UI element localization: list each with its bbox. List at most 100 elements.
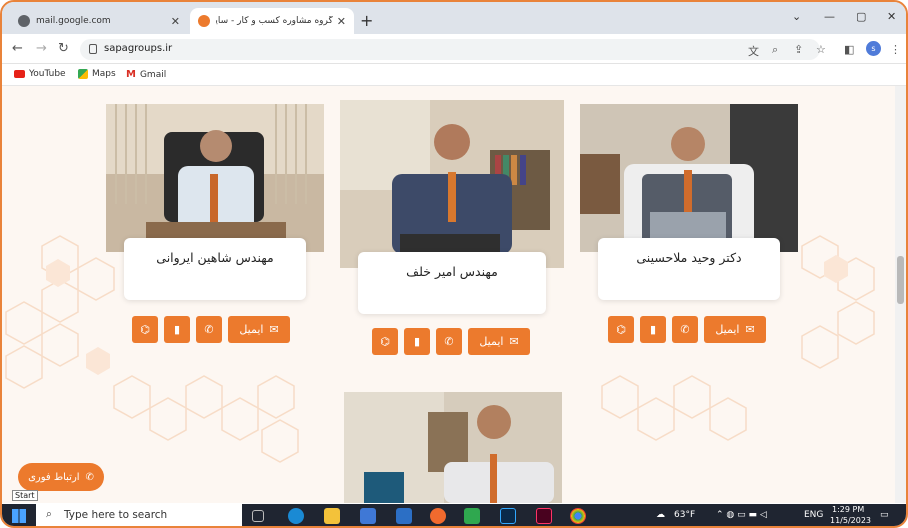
reload-icon[interactable]: ↻	[58, 41, 69, 56]
phone-icon: ✆	[444, 335, 454, 348]
bookmark-maps[interactable]: Maps	[78, 69, 116, 79]
firefox-icon[interactable]	[430, 508, 446, 524]
tab-strip: mail.google.com ✕ گروه مشاوره کسب و کار …	[2, 2, 906, 34]
translate-icon[interactable]: 文	[748, 43, 759, 59]
linkedin-icon: ⌬	[380, 335, 390, 348]
share-icon[interactable]: ⇪	[794, 43, 803, 56]
address-bar[interactable]: sapagroups.ir	[80, 39, 820, 60]
email-icon: ✉	[509, 335, 519, 348]
zoom-icon[interactable]: ⌕	[772, 43, 778, 57]
site-favicon-icon	[198, 15, 210, 27]
clock-time[interactable]: 1:29 PM	[832, 505, 864, 514]
notifications-icon[interactable]: ▭	[880, 510, 889, 520]
tab-label: mail.google.com	[36, 16, 111, 26]
document-icon: ▮	[413, 335, 421, 348]
linkedin-button[interactable]: ⌬	[372, 328, 398, 355]
linkedin-button[interactable]: ⌬	[132, 316, 158, 343]
weather-icon[interactable]: ☁	[656, 510, 665, 520]
task-view-icon[interactable]	[252, 510, 264, 522]
app-green-icon[interactable]	[464, 508, 480, 524]
resume-button[interactable]: ▮	[164, 316, 190, 343]
close-window-icon[interactable]: ✕	[887, 10, 896, 23]
back-icon[interactable]: ←	[12, 41, 23, 56]
consultant-name: دکتر وحید ملاحسینی	[598, 238, 780, 300]
maps-icon	[78, 69, 88, 79]
linkedin-button[interactable]: ⌬	[608, 316, 634, 343]
bookmark-label: YouTube	[29, 69, 66, 79]
photoshop-icon[interactable]	[500, 508, 516, 524]
consultant-name: مهندس شاهین ایروانی	[124, 238, 306, 300]
edge-icon[interactable]	[288, 508, 304, 524]
email-label: ایمیل	[715, 323, 740, 336]
bookmark-youtube[interactable]: YouTube	[14, 69, 66, 79]
consultant-photo	[106, 104, 324, 252]
phone-button[interactable]: ✆	[436, 328, 462, 355]
gmail-icon: M	[126, 69, 136, 80]
urgent-contact-label: ارتباط فوری	[28, 471, 80, 483]
side-panel-icon[interactable]: ◧	[844, 43, 854, 56]
phone-icon: ✆	[680, 323, 690, 336]
browser-window: mail.google.com ✕ گروه مشاوره کسب و کار …	[0, 0, 908, 528]
bookmark-gmail[interactable]: M Gmail	[126, 69, 166, 80]
taskbar: ⌕ Type here to search ☁ 63°F ⌃ ◍ ▭ ▬ ◁ E…	[2, 504, 906, 526]
store-icon[interactable]	[360, 508, 376, 524]
globe-icon	[18, 15, 30, 27]
taskbar-search-input[interactable]: ⌕ Type here to search	[36, 504, 242, 526]
urgent-contact-button[interactable]: ارتباط فوری ✆	[18, 463, 104, 491]
document-icon: ▮	[649, 323, 657, 336]
contact-buttons: ⌬ ▮ ✆ ایمیل ✉	[372, 328, 530, 355]
new-tab-icon[interactable]: +	[360, 11, 373, 30]
linkedin-icon: ⌬	[616, 323, 626, 336]
document-icon: ▮	[173, 323, 181, 336]
avatar[interactable]: s	[866, 41, 881, 56]
consultant-photo	[344, 392, 562, 503]
contact-buttons: ⌬ ▮ ✆ ایمیل ✉	[132, 316, 290, 343]
language-indicator[interactable]: ENG	[804, 510, 823, 520]
consultant-photo	[580, 104, 798, 252]
file-explorer-icon[interactable]	[324, 508, 340, 524]
mail-icon[interactable]	[396, 508, 412, 524]
bookmark-star-icon[interactable]: ☆	[816, 43, 826, 56]
restore-icon[interactable]: ▢	[856, 10, 866, 23]
email-button[interactable]: ایمیل ✉	[704, 316, 766, 343]
email-label: ایمیل	[479, 335, 504, 348]
tab-label: گروه مشاوره کسب و کار - سایـ ا |	[216, 16, 333, 26]
close-icon[interactable]: ✕	[171, 15, 180, 28]
resume-button[interactable]: ▮	[404, 328, 430, 355]
scrollbar[interactable]	[895, 86, 906, 503]
contact-buttons: ⌬ ▮ ✆ ایمیل ✉	[608, 316, 766, 343]
phone-button[interactable]: ✆	[196, 316, 222, 343]
tab-gmail[interactable]: mail.google.com ✕	[10, 8, 188, 34]
tab-sapagroups[interactable]: گروه مشاوره کسب و کار - سایـ ا | ✕	[190, 8, 354, 34]
scrollbar-thumb[interactable]	[897, 256, 904, 304]
consultant-photo	[340, 100, 564, 268]
email-button[interactable]: ایمیل ✉	[468, 328, 530, 355]
start-tooltip: Start	[12, 490, 38, 501]
clock-date[interactable]: 11/5/2023	[830, 516, 871, 525]
lock-icon	[89, 44, 97, 54]
youtube-icon	[14, 70, 25, 78]
linkedin-icon: ⌬	[140, 323, 150, 336]
consultant-name: مهندس امیر خلف	[358, 252, 546, 314]
email-button[interactable]: ایمیل ✉	[228, 316, 290, 343]
bookmarks-bar: YouTube Maps M Gmail	[2, 64, 906, 86]
weather-temp[interactable]: 63°F	[674, 510, 695, 520]
search-icon: ⌕	[46, 508, 52, 520]
chrome-icon[interactable]	[570, 508, 586, 524]
minimize-icon[interactable]: —	[824, 10, 835, 23]
tray-icons[interactable]: ⌃ ◍ ▭ ▬ ◁	[716, 510, 767, 520]
tab-search-icon[interactable]: ⌄	[792, 10, 801, 23]
phone-icon: ✆	[85, 471, 94, 483]
toolbar: ← → ↻ sapagroups.ir 文 ⌕ ⇪ ☆ ◧ s ⋮	[2, 34, 906, 64]
page-content: مهندس شاهین ایروانی ⌬ ▮ ✆ ایمیل ✉ مهندس …	[2, 86, 906, 503]
menu-icon[interactable]: ⋮	[890, 43, 901, 56]
phone-button[interactable]: ✆	[672, 316, 698, 343]
search-placeholder: Type here to search	[64, 509, 168, 521]
close-icon[interactable]: ✕	[337, 15, 346, 28]
forward-icon[interactable]: →	[36, 41, 47, 56]
resume-button[interactable]: ▮	[640, 316, 666, 343]
email-icon: ✉	[745, 323, 755, 336]
indesign-icon[interactable]	[536, 508, 552, 524]
windows-start-icon[interactable]	[12, 509, 26, 523]
url-text: sapagroups.ir	[104, 43, 173, 54]
